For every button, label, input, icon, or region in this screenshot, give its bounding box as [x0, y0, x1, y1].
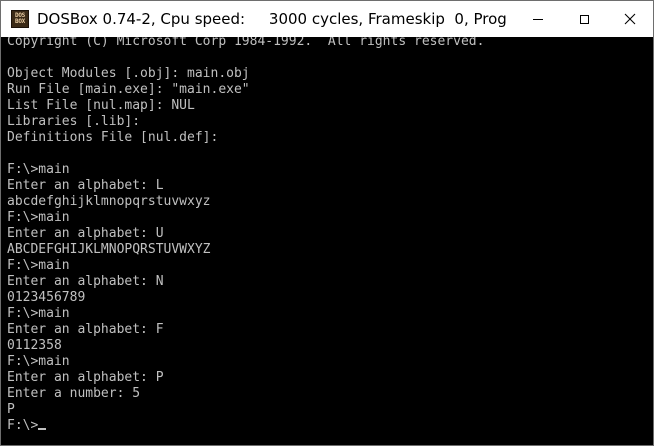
console-line: Object Modules [.obj]: main.obj: [7, 66, 250, 81]
console-line: Enter a number: 5: [7, 386, 141, 401]
window-title: DOSBox 0.74-2, Cpu speed: 3000 cycles, F…: [37, 10, 507, 28]
maximize-button[interactable]: [561, 1, 607, 37]
console-line: Libraries [.lib]:: [7, 114, 141, 129]
console-line: Definitions File [nul.def]:: [7, 130, 219, 145]
console-line: Enter an alphabet: N: [7, 274, 164, 289]
console-line: Copyright (C) Microsoft Corp 1984-1992. …: [7, 37, 485, 49]
close-button[interactable]: [607, 1, 653, 37]
console-line: F:\>main: [7, 258, 70, 273]
dosbox-icon[interactable]: DOS BOX: [11, 10, 29, 28]
console-line: P: [7, 402, 15, 417]
command-prompt: F:\>: [7, 418, 39, 433]
console-line: Run File [main.exe]: "main.exe": [7, 82, 250, 97]
console-line: Enter an alphabet: P: [7, 370, 164, 385]
dos-console[interactable]: Copyright (C) Microsoft Corp 1984-1992. …: [1, 37, 653, 445]
console-line: F:\>main: [7, 306, 70, 321]
dosbox-icon-text-bottom: BOX: [15, 18, 25, 25]
console-line: abcdefghijklmnopqrstuvwxyz: [7, 194, 211, 209]
console-line: List File [nul.map]: NUL: [7, 98, 195, 113]
close-icon: [624, 13, 636, 25]
minimize-icon: [533, 18, 543, 20]
command-prompt-line[interactable]: F:\>: [7, 418, 484, 434]
text-cursor: [38, 428, 47, 430]
console-line: ABCDEFGHIJKLMNOPQRSTUVWXYZ: [7, 242, 211, 257]
minimize-button[interactable]: [515, 1, 561, 37]
console-line: Enter an alphabet: U: [7, 226, 164, 241]
console-line: 0112358: [7, 338, 62, 353]
console-line: Enter an alphabet: L: [7, 178, 164, 193]
console-line: Enter an alphabet: F: [7, 322, 164, 337]
console-line: F:\>main: [7, 210, 70, 225]
console-line: 0123456789: [7, 290, 86, 305]
maximize-icon: [579, 14, 589, 24]
console-output: Copyright (C) Microsoft Corp 1984-1992. …: [7, 37, 484, 434]
dosbox-window: DOS BOX DOSBox 0.74-2, Cpu speed: 3000 c…: [0, 0, 654, 446]
title-bar[interactable]: DOS BOX DOSBox 0.74-2, Cpu speed: 3000 c…: [1, 1, 653, 37]
console-line: F:\>main: [7, 354, 70, 369]
console-line: F:\>main: [7, 162, 70, 177]
